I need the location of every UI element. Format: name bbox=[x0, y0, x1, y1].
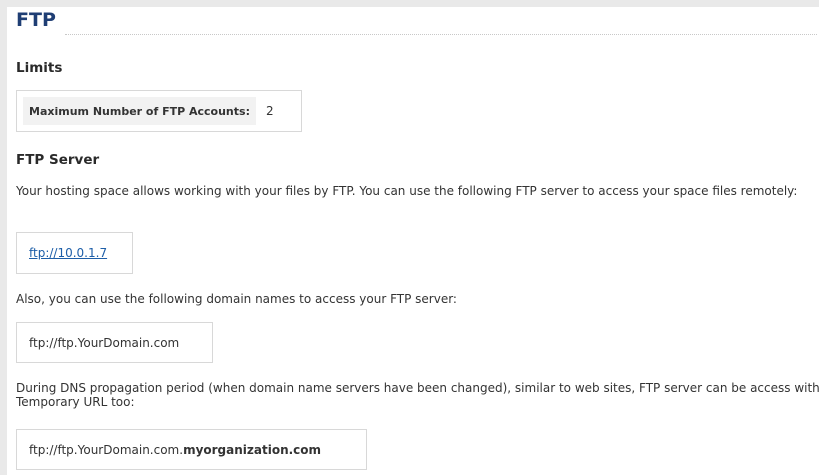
page-title: FTP bbox=[16, 9, 56, 31]
dns-propagation-text: During DNS propagation period (when doma… bbox=[16, 381, 819, 409]
domain-url-box: ftp://ftp.YourDomain.com bbox=[16, 322, 213, 363]
ftp-server-box: ftp://10.0.1.7 bbox=[16, 232, 133, 274]
content-panel: FTP Limits Maximum Number of FTP Account… bbox=[7, 7, 819, 475]
temp-url-prefix: ftp://ftp.YourDomain.com. bbox=[29, 442, 184, 457]
limits-heading: Limits bbox=[16, 60, 63, 76]
temp-url-suffix: myorganization.com bbox=[183, 442, 322, 457]
max-accounts-value: 2 bbox=[265, 104, 274, 118]
ftp-server-link[interactable]: ftp://10.0.1.7 bbox=[29, 246, 107, 260]
ftp-server-heading: FTP Server bbox=[16, 152, 100, 168]
title-divider bbox=[65, 34, 817, 35]
domain-url: ftp://ftp.YourDomain.com bbox=[29, 335, 180, 350]
ftp-server-description: Your hosting space allows working with y… bbox=[16, 184, 798, 198]
limits-box: Maximum Number of FTP Accounts: 2 bbox=[16, 90, 302, 132]
temp-url-box: ftp://ftp.YourDomain.com. myorganization.… bbox=[16, 429, 367, 470]
domain-names-text: Also, you can use the following domain n… bbox=[16, 292, 457, 306]
max-accounts-label: Maximum Number of FTP Accounts: bbox=[23, 97, 256, 125]
